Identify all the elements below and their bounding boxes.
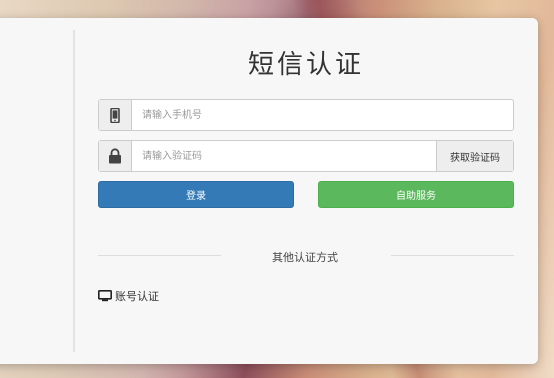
phone-field — [98, 99, 514, 131]
phone-input[interactable] — [132, 100, 513, 130]
left-rule — [98, 255, 221, 256]
vertical-divider — [73, 30, 75, 352]
right-rule — [391, 255, 514, 256]
login-button[interactable]: 登录 — [98, 181, 294, 208]
mobile-phone-icon — [99, 100, 132, 130]
code-field: 获取验证码 — [98, 140, 514, 172]
other-methods-heading: 其他认证方式 — [272, 251, 338, 264]
lock-icon — [99, 141, 132, 171]
monitor-icon — [98, 290, 112, 302]
account-auth-link[interactable]: 账号认证 — [98, 288, 159, 304]
self-service-button[interactable]: 自助服务 — [318, 181, 514, 208]
page-title: 短信认证 — [247, 50, 364, 80]
verification-code-input[interactable] — [132, 141, 436, 171]
account-auth-label: 账号认证 — [115, 290, 159, 303]
get-code-button[interactable]: 获取验证码 — [436, 141, 513, 171]
